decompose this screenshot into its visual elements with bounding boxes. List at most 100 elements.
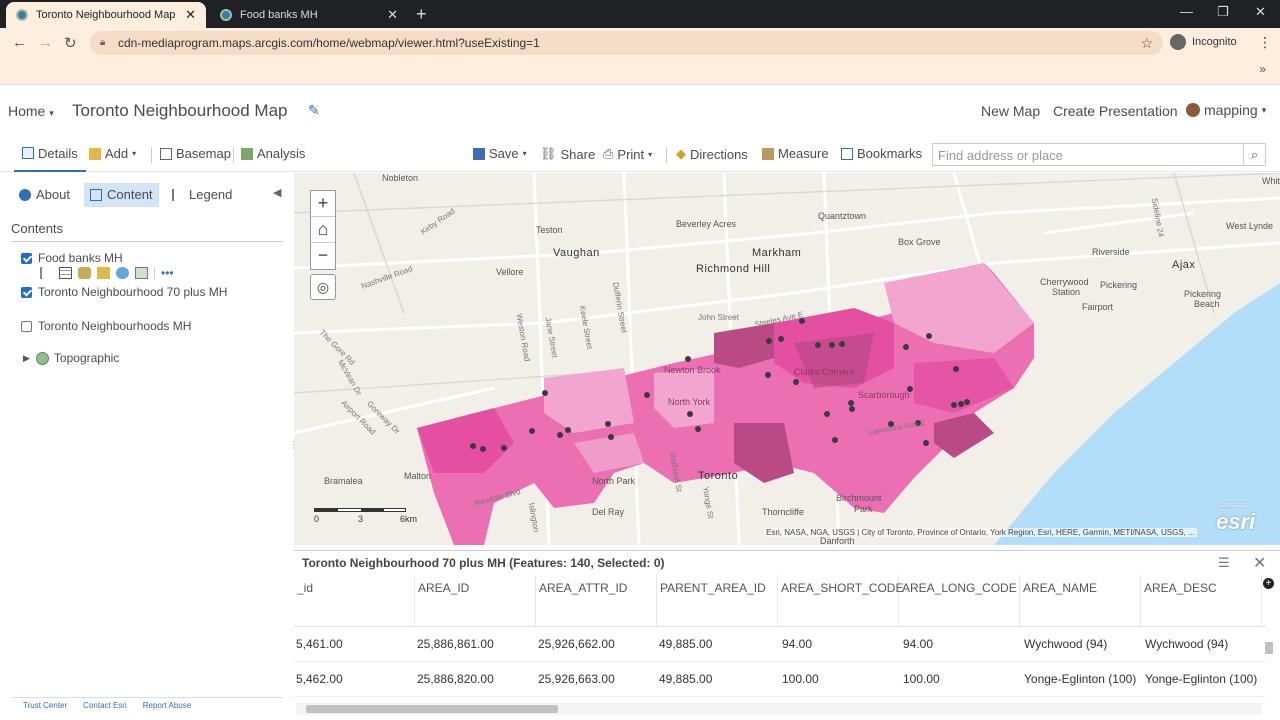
home-menu[interactable]: Home ▾: [8, 103, 54, 119]
contact-esri-link[interactable]: Contact Esri: [83, 701, 127, 710]
table-row[interactable]: 5,462.00 25,886,820.00 25,926,663.00 49,…: [294, 662, 1266, 697]
directions-button[interactable]: ◆ Directions: [676, 146, 748, 162]
analysis-icon[interactable]: [116, 267, 129, 279]
esri-logo: POWERED BY esri: [1216, 503, 1255, 535]
print-button[interactable]: ⎙ Print ▾: [603, 146, 652, 162]
map-view[interactable]: Nobleton Kirby Road Teston Beverley Acre…: [294, 173, 1280, 545]
report-abuse-link[interactable]: Report Abuse: [143, 701, 191, 710]
scroll-thumb[interactable]: [306, 705, 558, 713]
zoom-out-button[interactable]: −: [311, 243, 335, 269]
save-button[interactable]: Save ▾: [473, 146, 527, 161]
create-presentation-link[interactable]: Create Presentation: [1053, 103, 1178, 119]
tab-content[interactable]: Content: [84, 183, 159, 207]
add-button[interactable]: Add ▾: [89, 146, 136, 161]
home-extent-button[interactable]: ⌂: [311, 217, 335, 243]
map-attribution: Esri, NASA, NGA, USGS | City of Toronto,…: [764, 528, 1197, 537]
basemap-button[interactable]: Basemap: [160, 146, 231, 161]
locate-button[interactable]: ◎: [310, 274, 336, 300]
table-icon[interactable]: [59, 267, 72, 279]
column-header[interactable]: AREA_SHORT_CODE: [778, 575, 903, 627]
column-header[interactable]: PARENT_AREA_ID: [657, 575, 778, 627]
back-icon[interactable]: ←: [12, 34, 27, 51]
details-button[interactable]: Details: [14, 136, 86, 172]
table-cell: 94.00: [903, 637, 934, 651]
minimize-icon[interactable]: —: [1180, 4, 1193, 19]
window-close-icon[interactable]: ✕: [1255, 4, 1266, 20]
add-column-icon[interactable]: +: [1263, 578, 1274, 589]
layer-item[interactable]: Toronto Neighbourhoods MH: [21, 319, 191, 333]
restore-icon[interactable]: ❐: [1217, 4, 1229, 20]
new-tab-icon[interactable]: +: [416, 4, 427, 25]
table-title: Toronto Neighbourhood 70 plus MH (Featur…: [302, 556, 665, 570]
details-label: Details: [38, 145, 78, 161]
layer-checkbox[interactable]: [21, 286, 32, 298]
info-icon: [19, 189, 31, 201]
browser-tab-active[interactable]: Toronto Neighbourhood Map ✕: [6, 2, 206, 28]
basemap-layer-item[interactable]: ▶ Topographic: [23, 351, 119, 365]
more-options-icon[interactable]: •••: [161, 266, 174, 280]
tab-title: Food banks MH: [240, 9, 318, 21]
horizontal-scrollbar[interactable]: [296, 703, 1262, 715]
vertical-scrollbar[interactable]: [1263, 629, 1275, 699]
incognito-indicator[interactable]: Incognito: [1170, 34, 1237, 50]
collapse-panel-icon[interactable]: ◀: [273, 186, 281, 199]
column-header[interactable]: AREA_NAME: [1020, 575, 1141, 627]
layer-checkbox[interactable]: [21, 320, 32, 332]
table-row[interactable]: 5,461.00 25,886,861.00 25,926,662.00 49,…: [294, 627, 1266, 662]
map-label: Markham: [752, 247, 802, 259]
trust-center-link[interactable]: Trust Center: [23, 701, 67, 710]
divider: [154, 267, 155, 279]
content-panel: About Content Legend ◀ Contents Food ban…: [5, 173, 288, 713]
column-header[interactable]: _id: [294, 575, 415, 627]
table-cell: 49,885.00: [659, 637, 713, 651]
reload-icon[interactable]: ↻: [64, 34, 77, 52]
column-header[interactable]: AREA_ID: [415, 575, 536, 627]
table-cell: 25,926,662.00: [538, 637, 615, 651]
map-label: Pickering: [1184, 289, 1222, 299]
measure-button[interactable]: Measure: [762, 146, 829, 161]
tab-about[interactable]: About: [13, 183, 76, 207]
forward-icon[interactable]: →: [38, 34, 53, 51]
user-menu[interactable]: mapping ▾: [1186, 102, 1266, 118]
map-label: North Park: [592, 476, 636, 486]
search-icon[interactable]: ⌕: [1243, 144, 1265, 165]
close-tab-icon[interactable]: ✕: [387, 7, 398, 23]
edit-pencil-icon[interactable]: ✎: [308, 102, 320, 119]
map-label: Bramalea: [324, 476, 363, 486]
table-cell: 25,886,820.00: [417, 672, 494, 686]
close-icon[interactable]: ✕: [1253, 553, 1266, 573]
legend-icon[interactable]: [40, 267, 53, 279]
bookmarks-button[interactable]: Bookmarks: [841, 146, 922, 161]
tab-legend[interactable]: Legend: [166, 183, 238, 207]
share-label: Share: [560, 146, 596, 162]
table-cell: Yonge-Eglinton (100): [1145, 672, 1258, 686]
browser-tab-inactive[interactable]: Food banks MH ✕: [210, 2, 408, 28]
address-bar[interactable]: 🔒︎ cdn-mediaprogram.maps.arcgis.com/home…: [90, 31, 1163, 55]
column-header[interactable]: AREA_DESC: [1141, 575, 1262, 627]
table-options-icon[interactable]: ☰: [1218, 555, 1230, 571]
more-bookmarks-icon[interactable]: »: [1259, 62, 1266, 76]
map-toolbar: Details Add ▾ Basemap Analysis Save ▾ ⛓ …: [0, 136, 1280, 172]
new-map-link[interactable]: New Map: [981, 103, 1040, 119]
map-label: Malton: [404, 471, 432, 481]
bookmark-star-icon[interactable]: ☆: [1140, 31, 1153, 55]
filter-icon[interactable]: [97, 267, 110, 279]
map-label: Box Grove: [898, 237, 941, 247]
layer-item[interactable]: Food banks MH: [21, 251, 123, 265]
details-icon: [22, 147, 34, 159]
map-label: Ajax: [1172, 259, 1196, 271]
share-button[interactable]: ⛓ Share: [540, 146, 595, 162]
style-icon[interactable]: [78, 267, 91, 279]
layer-item[interactable]: Toronto Neighbourhood 70 plus MH: [21, 285, 227, 299]
close-tab-icon[interactable]: ✕: [185, 7, 196, 23]
column-header[interactable]: AREA_LONG_CODE: [899, 575, 1020, 627]
zoom-in-button[interactable]: +: [311, 191, 335, 217]
layer-checkbox[interactable]: [21, 252, 32, 264]
search-input[interactable]: Find address or place ⌕: [932, 143, 1266, 166]
expand-triangle-icon[interactable]: ▶: [23, 353, 30, 364]
analysis-button[interactable]: Analysis: [241, 146, 305, 161]
column-header[interactable]: AREA_ATTR_ID: [536, 575, 657, 627]
scroll-thumb[interactable]: [1265, 642, 1273, 654]
labels-icon[interactable]: [135, 267, 148, 279]
browser-menu-icon[interactable]: ⋮: [1258, 34, 1272, 51]
